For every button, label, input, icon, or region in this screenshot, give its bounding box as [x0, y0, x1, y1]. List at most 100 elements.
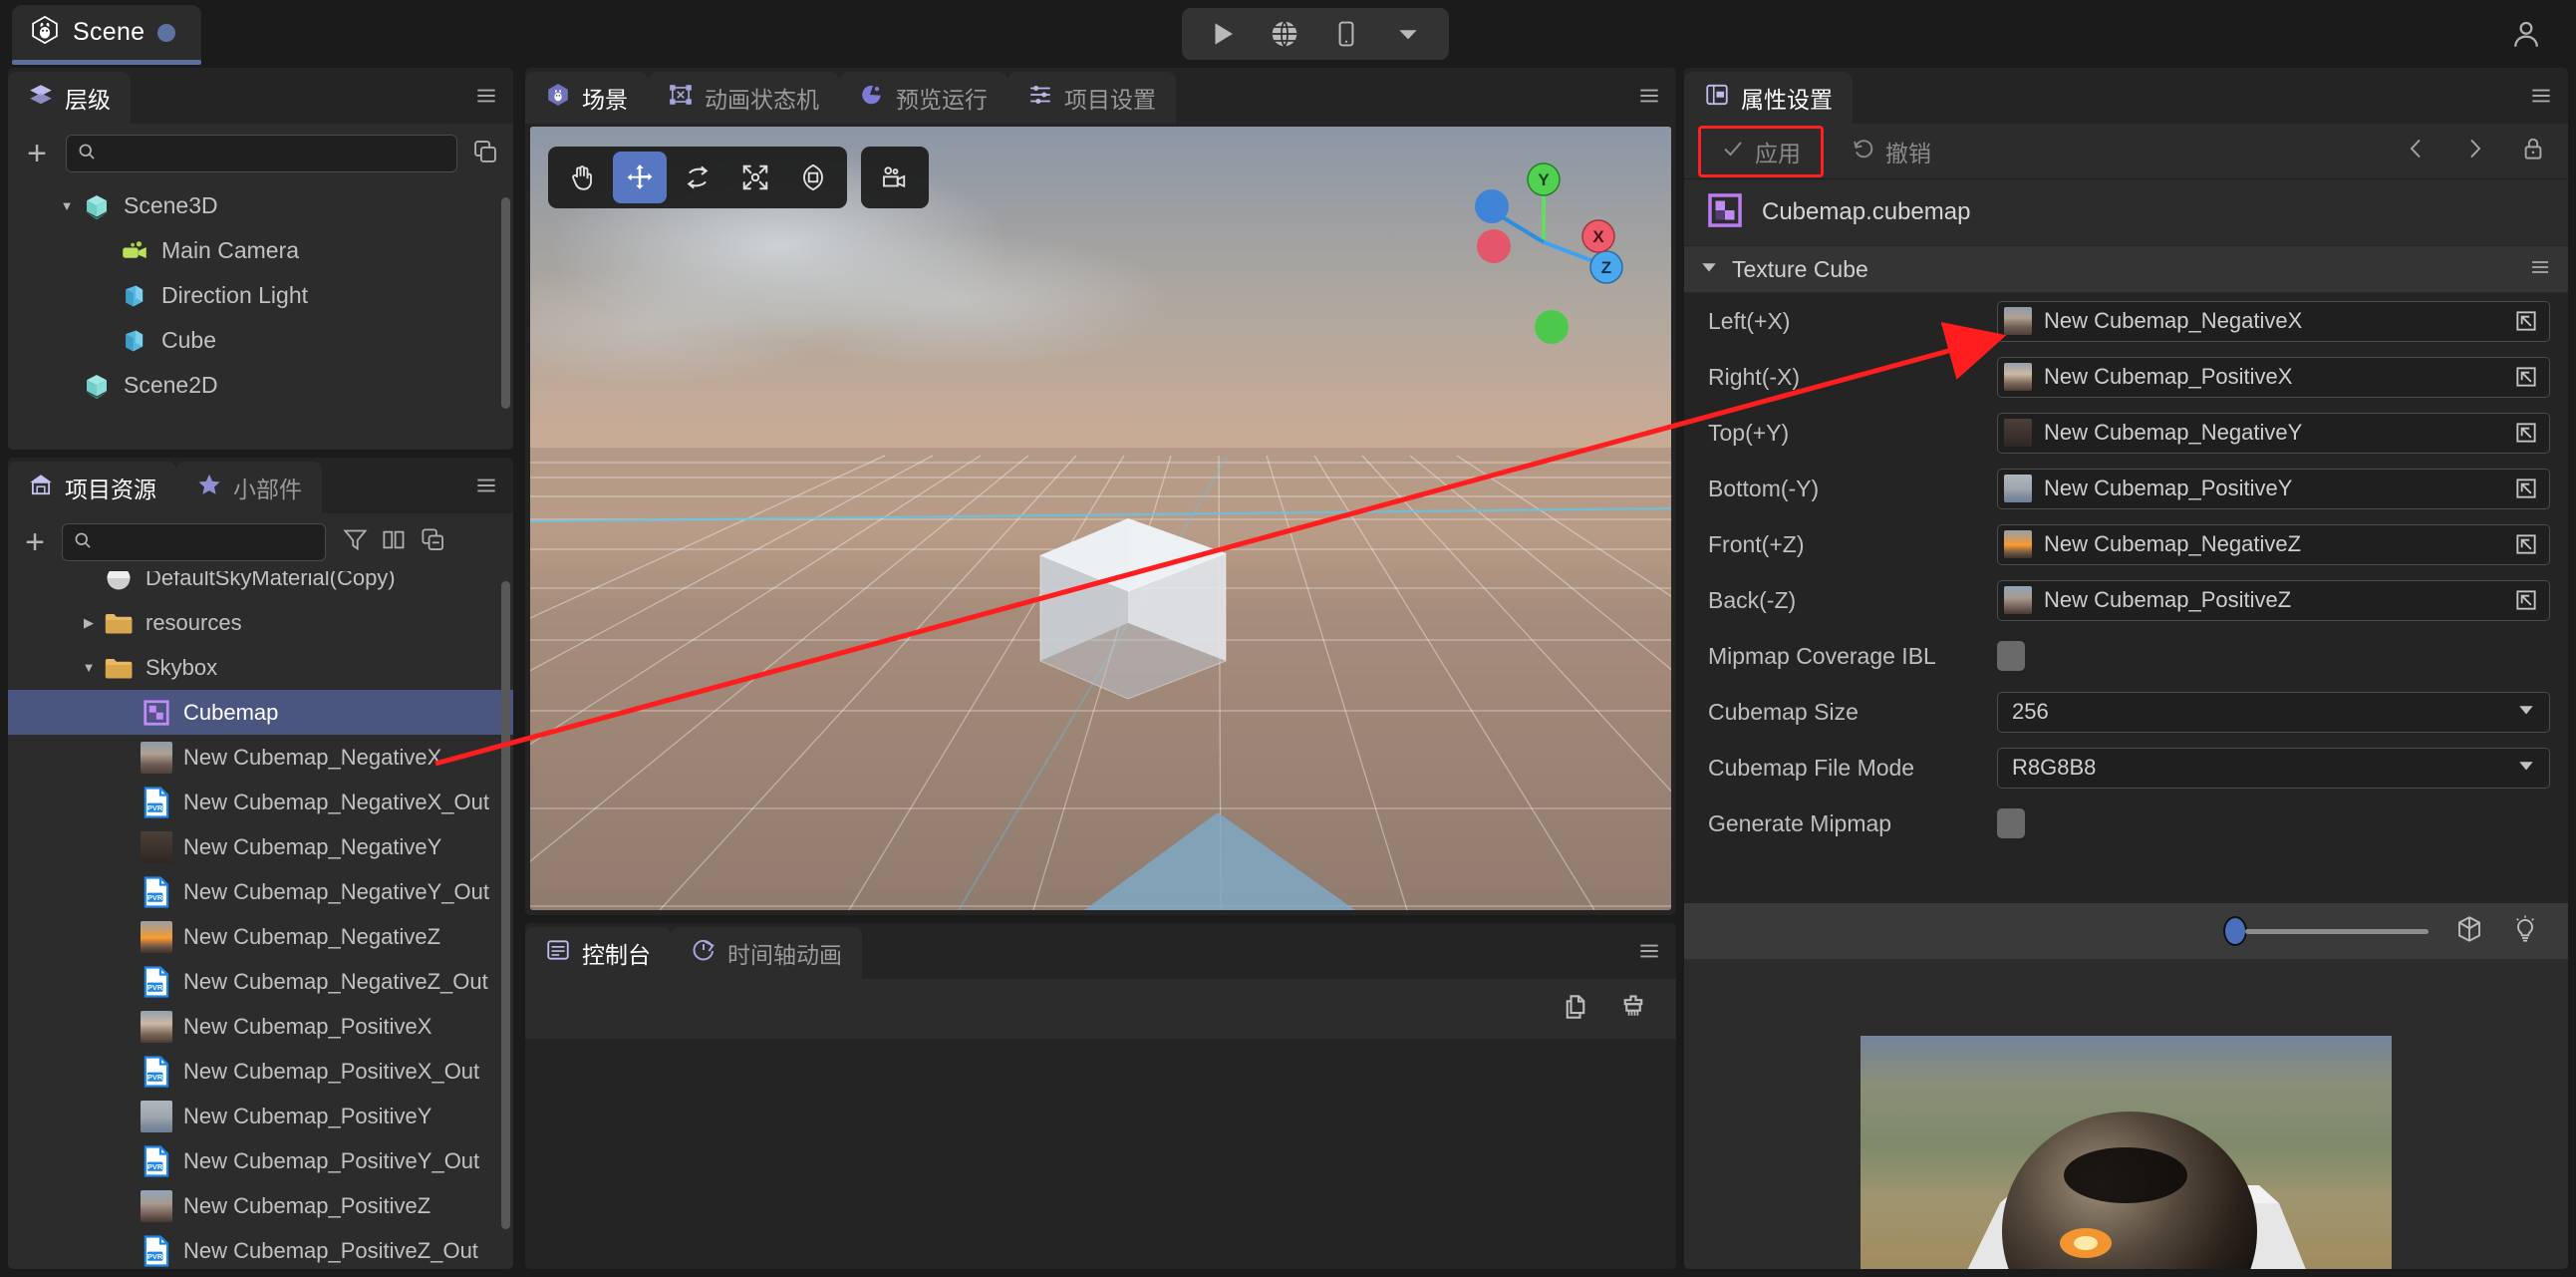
generate-mipmap-checkbox[interactable]	[1997, 808, 2025, 838]
asset-item-new-cubemap-positivey-out[interactable]: PVRNew Cubemap_PositiveY_Out	[8, 1138, 513, 1183]
tab-project-assets[interactable]: 项目资源	[8, 462, 176, 513]
hierarchy-node-direction-light[interactable]: Direction Light	[8, 273, 513, 318]
asset-item-new-cubemap-positivey[interactable]: New Cubemap_PositiveY	[8, 1094, 513, 1138]
tab-inspector[interactable]: 属性设置	[1684, 72, 1853, 124]
preview-slider-knob[interactable]	[2223, 916, 2247, 946]
move-icon[interactable]	[613, 152, 667, 203]
hierarchy-node-scene3d[interactable]: ▼Scene3D	[8, 183, 513, 228]
hierarchy-node-cube[interactable]: Cube	[8, 318, 513, 363]
chevron-down-icon[interactable]	[1377, 8, 1439, 60]
asset-item-resources[interactable]: ▶resources	[8, 600, 513, 645]
tab-anim-graph[interactable]: 动画状态机	[648, 72, 839, 124]
tab-project-settings[interactable]: 项目设置	[1007, 72, 1176, 124]
chevron-right-icon[interactable]	[2462, 135, 2486, 167]
chevron-down-icon[interactable]	[1700, 258, 1718, 281]
scene-menu-icon[interactable]	[1636, 83, 1662, 114]
cube-wire-icon[interactable]	[2454, 912, 2484, 951]
add-node-button[interactable]: +	[22, 137, 52, 170]
preview-slider[interactable]	[2130, 916, 2429, 946]
asset-item-new-cubemap-positivez[interactable]: New Cubemap_PositiveZ	[8, 1183, 513, 1228]
tab-scene[interactable]: 场景	[525, 72, 648, 124]
locate-asset-icon[interactable]	[2513, 587, 2539, 618]
tab-hierarchy[interactable]: 层级	[8, 72, 131, 124]
chevron-left-icon[interactable]	[2405, 135, 2429, 167]
hierarchy-scrollbar[interactable]	[501, 197, 510, 409]
cubemap-size-select[interactable]: 256	[1997, 692, 2550, 733]
add-asset-button[interactable]: +	[20, 525, 50, 559]
asset-item-new-cubemap-negativez[interactable]: New Cubemap_NegativeZ	[8, 914, 513, 959]
asset-item-new-cubemap-negativey-out[interactable]: PVRNew Cubemap_NegativeY_Out	[8, 869, 513, 914]
light-bulb-icon[interactable]	[2510, 912, 2540, 951]
user-icon[interactable]	[2504, 12, 2548, 56]
lock-icon[interactable]	[2520, 134, 2546, 168]
assets-search[interactable]	[62, 523, 326, 561]
apply-button[interactable]: 应用	[1698, 126, 1824, 177]
asset-item-new-cubemap-negativex-out[interactable]: PVRNew Cubemap_NegativeX_Out	[8, 780, 513, 824]
phone-icon[interactable]	[1315, 8, 1377, 60]
axis-gizmo[interactable]: Y Z X	[1442, 155, 1641, 354]
asset-item-new-cubemap-positivex[interactable]: New Cubemap_PositiveX	[8, 1004, 513, 1049]
assets-search-input[interactable]	[101, 531, 315, 553]
window-tab-scene[interactable]: Scene	[12, 5, 201, 60]
locate-asset-icon[interactable]	[2513, 308, 2539, 339]
texture-cube-section-header[interactable]: Texture Cube	[1684, 245, 2568, 293]
asset-item-new-cubemap-positivex-out[interactable]: PVRNew Cubemap_PositiveX_Out	[8, 1049, 513, 1094]
filter-icon[interactable]	[342, 526, 369, 558]
asset-item-new-cubemap-negativex[interactable]: New Cubemap_NegativeX	[8, 735, 513, 780]
locate-asset-icon[interactable]	[2513, 531, 2539, 562]
asset-item-new-cubemap-positivez-out[interactable]: PVRNew Cubemap_PositiveZ_Out	[8, 1228, 513, 1269]
assets-scrollbar[interactable]	[501, 581, 510, 1229]
play-icon[interactable]	[1192, 8, 1254, 60]
asset-item-new-cubemap-negativey[interactable]: New Cubemap_NegativeY	[8, 824, 513, 869]
asset-item-skybox[interactable]: ▼Skybox	[8, 645, 513, 690]
locate-asset-icon[interactable]	[2513, 420, 2539, 451]
console-log-area[interactable]	[525, 1039, 1676, 1269]
tab-preview-run[interactable]: 预览运行	[839, 72, 1007, 124]
hierarchy-search[interactable]	[66, 135, 457, 172]
chevron-down-icon[interactable]: ▼	[54, 198, 80, 213]
hierarchy-search-input[interactable]	[105, 143, 446, 164]
face-asset-field[interactable]: New Cubemap_NegativeY	[1997, 413, 2550, 454]
face-asset-field[interactable]: New Cubemap_PositiveX	[1997, 357, 2550, 398]
hierarchy-tree[interactable]: ▼Scene3DMain CameraDirection LightCubeSc…	[8, 183, 513, 450]
globe-icon[interactable]	[1254, 8, 1315, 60]
chevron-right-icon[interactable]: ▶	[76, 615, 102, 631]
scene-viewport[interactable]: Y Z X	[530, 127, 1671, 910]
locate-asset-icon[interactable]	[2513, 476, 2539, 506]
hierarchy-node-main-camera[interactable]: Main Camera	[8, 228, 513, 273]
face-asset-field[interactable]: New Cubemap_NegativeX	[1997, 301, 2550, 342]
assets-menu-icon[interactable]	[473, 473, 499, 503]
rotate-icon[interactable]	[671, 152, 724, 203]
scale-icon[interactable]	[728, 152, 782, 203]
hierarchy-node-scene2d[interactable]: Scene2D	[8, 363, 513, 408]
columns-icon[interactable]	[381, 526, 408, 558]
copy-icon[interactable]	[1561, 992, 1590, 1027]
rect-transform-icon[interactable]	[786, 152, 840, 203]
tab-timeline[interactable]: 时间轴动画	[671, 927, 862, 979]
chevron-down-icon[interactable]: ▼	[76, 660, 102, 675]
console-menu-icon[interactable]	[1636, 938, 1662, 969]
camera-preview-icon[interactable]	[868, 152, 922, 203]
hand-icon[interactable]	[555, 152, 609, 203]
clear-icon[interactable]	[1618, 992, 1648, 1027]
section-menu-icon[interactable]	[2528, 255, 2552, 284]
collapse-all-icon[interactable]	[420, 526, 446, 558]
face-asset-field[interactable]: New Cubemap_NegativeZ	[1997, 524, 2550, 565]
hierarchy-menu-icon[interactable]	[473, 83, 499, 114]
undo-button[interactable]: 撤销	[1834, 129, 1949, 174]
asset-item-new-cubemap-negativez-out[interactable]: PVRNew Cubemap_NegativeZ_Out	[8, 959, 513, 1004]
cubemap-file-mode-select[interactable]: R8G8B8	[1997, 748, 2550, 789]
assets-tree[interactable]: DefaultSkyMaterial(Copy)▶resources▼Skybo…	[8, 571, 513, 1269]
preview-slider-track[interactable]	[2245, 929, 2429, 934]
hierarchy-duplicate-icon[interactable]	[471, 138, 499, 170]
asset-item-cubemap[interactable]: Cubemap	[8, 690, 513, 735]
face-asset-field[interactable]: New Cubemap_PositiveY	[1997, 469, 2550, 509]
inspector-menu-icon[interactable]	[2528, 83, 2554, 114]
tab-console[interactable]: 控制台	[525, 927, 671, 979]
asset-preview[interactable]	[1684, 959, 2568, 1269]
tab-widgets[interactable]: 小部件	[176, 462, 322, 513]
locate-asset-icon[interactable]	[2513, 364, 2539, 395]
asset-item-defaultskymaterial-copy-[interactable]: DefaultSkyMaterial(Copy)	[8, 571, 513, 600]
mipmap-coverage-ibl-checkbox[interactable]	[1997, 641, 2025, 671]
face-asset-field[interactable]: New Cubemap_PositiveZ	[1997, 580, 2550, 621]
